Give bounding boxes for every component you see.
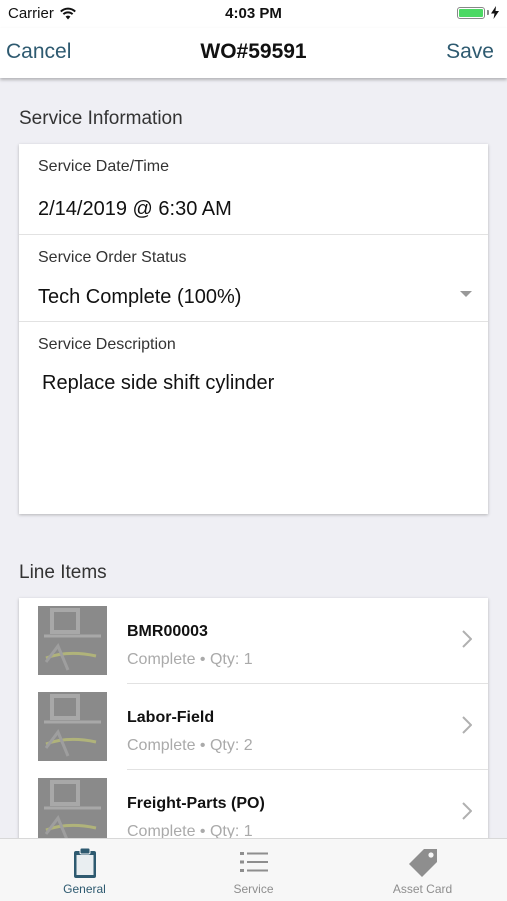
item-name: Labor-Field — [127, 709, 215, 726]
service-date-field[interactable]: Service Date/Time 2/14/2019 @ 6:30 AM — [19, 144, 488, 234]
service-description-label: Service Description — [38, 336, 176, 353]
service-order-status-label: Service Order Status — [38, 249, 187, 266]
status-time: 4:03 PM — [225, 5, 282, 22]
service-date-label: Service Date/Time — [38, 158, 169, 175]
line-item[interactable]: Freight-Parts (PO) Complete • Qty: 1 — [19, 770, 488, 843]
chevron-down-icon[interactable] — [460, 291, 472, 297]
chevron-right-icon — [462, 716, 472, 734]
tab-general[interactable]: General — [0, 839, 169, 901]
charging-bolt-icon — [491, 6, 499, 19]
service-date-value[interactable]: 2/14/2019 @ 6:30 AM — [38, 198, 232, 221]
cancel-button[interactable]: Cancel — [6, 40, 71, 64]
item-status: Complete • Qty: 1 — [127, 651, 253, 668]
line-item[interactable]: BMR00003 Complete • Qty: 1 — [19, 598, 488, 684]
service-information-header: Service Information — [19, 108, 183, 129]
tag-icon — [408, 849, 437, 877]
line-items-header: Line Items — [19, 562, 107, 583]
service-description-field[interactable]: Service Description Replace side shift c… — [19, 322, 488, 514]
service-information-card: Service Date/Time 2/14/2019 @ 6:30 AM Se… — [19, 144, 488, 514]
tab-asset-card[interactable]: Asset Card — [338, 839, 507, 901]
item-thumbnail — [38, 778, 107, 843]
item-name: BMR00003 — [127, 623, 208, 640]
chevron-right-icon — [462, 802, 472, 820]
tab-label: Asset Card — [392, 882, 453, 896]
tab-label: Service — [233, 882, 274, 896]
item-thumbnail — [38, 692, 107, 761]
item-status: Complete • Qty: 2 — [127, 737, 253, 754]
save-button[interactable]: Save — [446, 40, 494, 64]
battery-indicator — [457, 6, 499, 19]
service-description-input[interactable]: Replace side shift cylinder — [42, 372, 274, 395]
service-order-status-field[interactable]: Service Order Status Tech Complete (100%… — [19, 235, 488, 321]
tab-label: General — [63, 882, 106, 896]
line-item[interactable]: Labor-Field Complete • Qty: 2 — [19, 684, 488, 770]
navigation-bar: WO#59591 Cancel Save — [0, 28, 507, 78]
chevron-right-icon — [462, 630, 472, 648]
tab-service[interactable]: Service — [169, 839, 338, 901]
clipboard-icon — [73, 847, 96, 878]
service-order-status-value[interactable]: Tech Complete (100%) — [38, 286, 241, 309]
status-bar: Carrier 4:03 PM — [0, 0, 507, 28]
tab-bar: General Service Asset Card — [0, 838, 507, 901]
list-icon — [239, 852, 268, 872]
battery-icon — [457, 6, 485, 19]
item-thumbnail — [38, 606, 107, 675]
page-title: WO#59591 — [200, 40, 307, 63]
line-items-card: BMR00003 Complete • Qty: 1 Labor-Field C… — [19, 598, 488, 843]
item-name: Freight-Parts (PO) — [127, 795, 265, 812]
